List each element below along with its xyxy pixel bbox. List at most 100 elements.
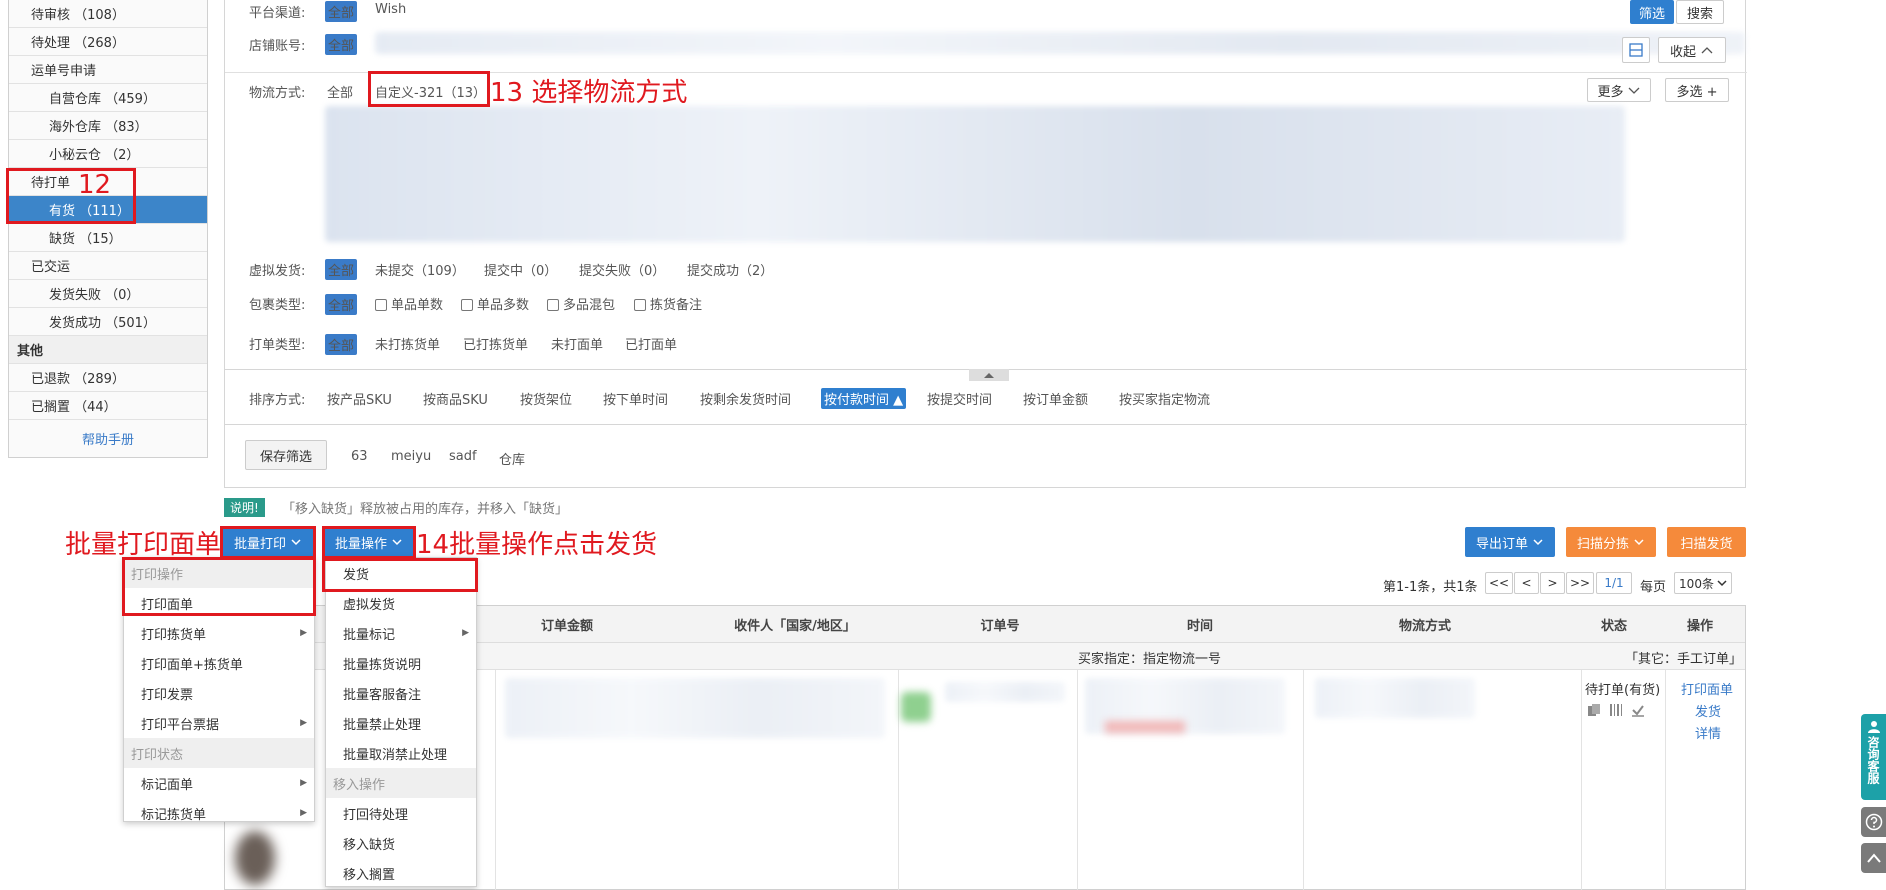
platform-wish-link[interactable]: Wish [375, 2, 406, 17]
sort-product-sku[interactable]: 按产品SKU [327, 389, 392, 408]
package-opt-2[interactable]: 单品多数 [461, 294, 529, 313]
menu-virtual-ship[interactable]: 虚拟发货 [326, 588, 476, 618]
sort-buyer-logistics[interactable]: 按买家指定物流 [1119, 389, 1210, 408]
per-page-select[interactable]: 100条 [1674, 572, 1732, 594]
menu-move-shelved[interactable]: 移入搁置 [326, 858, 476, 888]
check-icon[interactable] [1631, 703, 1645, 717]
page-current[interactable]: 1/1 [1596, 572, 1632, 594]
saved-filter-1[interactable]: 63 [351, 449, 368, 464]
package-opt-4[interactable]: 拣货备注 [634, 294, 702, 313]
save-filter-button[interactable]: 保存筛选 [245, 440, 327, 470]
divider [1581, 670, 1582, 890]
print-opt-4[interactable]: 已打面单 [625, 334, 677, 353]
checkbox[interactable] [547, 299, 559, 311]
package-all-tag[interactable]: 全部 [325, 294, 358, 315]
menu-print-invoice[interactable]: 打印发票 [124, 678, 314, 708]
sidebar-item[interactable]: 待审核 （108） [9, 0, 207, 28]
copy-icon[interactable] [1587, 703, 1601, 717]
sort-shelf[interactable]: 按货架位 [520, 389, 572, 408]
shop-label: 店铺账号: [249, 39, 306, 54]
sidebar-item[interactable]: 已交运 [9, 252, 207, 280]
menu-mark-picklist[interactable]: 标记拣货单 ▶ [124, 798, 314, 828]
annotation-box-print-label [122, 557, 316, 616]
virtual-opt-success[interactable]: 提交成功（2） [687, 260, 773, 279]
sort-remaining-time[interactable]: 按剩余发货时间 [700, 389, 791, 408]
print-opt-1[interactable]: 未打拣货单 [375, 334, 440, 353]
print-opt-2[interactable]: 已打拣货单 [463, 334, 528, 353]
menu-batch-unforbid[interactable]: 批量取消禁止处理 [326, 738, 476, 768]
filter-button[interactable]: 筛选 [1630, 0, 1674, 24]
platform-logo-blurred [901, 692, 931, 722]
saved-filter-4[interactable]: 仓库 [499, 449, 525, 468]
batch-ops-menu: 发货 虚拟发货 批量标记 ▶ 批量拣货说明 批量客服备注 批量禁止处理 批量取消禁… [325, 557, 477, 887]
layout-toggle-button[interactable] [1622, 37, 1650, 63]
help-manual-text[interactable]: 帮助手册 [82, 429, 134, 448]
barcode-icon[interactable] [1609, 703, 1623, 717]
menu-print-platform-receipt[interactable]: 打印平台票据 ▶ [124, 708, 314, 738]
sort-order-time[interactable]: 按下单时间 [603, 389, 668, 408]
checkbox[interactable] [461, 299, 473, 311]
saved-filter-2[interactable]: meiyu [391, 449, 431, 464]
sort-submit-time[interactable]: 按提交时间 [927, 389, 992, 408]
export-orders-button[interactable]: 导出订单 [1465, 527, 1555, 557]
page-prev[interactable]: < [1514, 572, 1539, 594]
menu-mark-label[interactable]: 标记面单 ▶ [124, 768, 314, 798]
platform-all-tag[interactable]: 全部 [325, 1, 358, 22]
shop-all-tag[interactable]: 全部 [325, 34, 358, 55]
page-last[interactable]: >> [1566, 572, 1594, 594]
multi-select-button[interactable]: 多选 + [1665, 78, 1729, 102]
package-opt-3-label: 多品混包 [563, 298, 616, 313]
menu-return-pending[interactable]: 打回待处理 [326, 798, 476, 828]
sidebar-item[interactable]: 发货失败 （0） [9, 280, 207, 308]
sidebar-item[interactable]: 缺货 （15） [9, 224, 207, 252]
scan-ship-button[interactable]: 扫描发货 [1667, 527, 1746, 557]
virtual-opt-failed[interactable]: 提交失败（0） [579, 260, 665, 279]
help-manual-link[interactable]: 帮助手册 [9, 424, 207, 452]
virtual-opt-submitting[interactable]: 提交中（0） [484, 260, 557, 279]
collapse-button[interactable]: 收起 [1658, 37, 1726, 63]
print-opt-3[interactable]: 未打面单 [551, 334, 603, 353]
print-label-link[interactable]: 打印面单 [1681, 679, 1733, 698]
virtual-all-tag[interactable]: 全部 [325, 259, 358, 280]
page-next[interactable]: > [1540, 572, 1565, 594]
search-button[interactable]: 搜索 [1676, 0, 1724, 24]
menu-batch-forbid[interactable]: 批量禁止处理 [326, 708, 476, 738]
menu-move-stockout[interactable]: 移入缺货 [326, 828, 476, 858]
sidebar-item[interactable]: 自营仓库 （459） [9, 84, 207, 112]
menu-print-label-picklist[interactable]: 打印面单+拣货单 [124, 648, 314, 678]
chevron-down-icon [1717, 579, 1727, 586]
sort-goods-sku[interactable]: 按商品SKU [423, 389, 488, 408]
ship-link[interactable]: 发货 [1695, 701, 1721, 720]
checkbox[interactable] [634, 299, 646, 311]
sidebar-item[interactable]: 发货成功 （501） [9, 308, 207, 336]
checkbox[interactable] [375, 299, 387, 311]
package-opt-1[interactable]: 单品单数 [375, 294, 443, 313]
details-link[interactable]: 详情 [1695, 723, 1721, 742]
menu-batch-mark[interactable]: 批量标记 ▶ [326, 618, 476, 648]
sidebar-item[interactable]: 待处理 （268） [9, 28, 207, 56]
more-button[interactable]: 更多 [1587, 78, 1651, 102]
print-all-tag[interactable]: 全部 [325, 334, 358, 355]
consult-widget[interactable]: 咨询客服 [1861, 714, 1886, 800]
menu-mark-picklist-text: 标记拣货单 [141, 807, 207, 823]
sidebar-item[interactable]: 海外仓库 （83） [9, 112, 207, 140]
sidebar-item[interactable]: 小秘云仓 （2） [9, 140, 207, 168]
page-first[interactable]: << [1485, 572, 1513, 594]
sidebar-item[interactable]: 已退款 （289） [9, 364, 207, 392]
menu-batch-cs-note[interactable]: 批量客服备注 [326, 678, 476, 708]
scan-sort-button[interactable]: 扫描分拣 [1566, 527, 1656, 557]
sort-payment-time-active[interactable]: 按付款时间 ▲ [821, 388, 907, 409]
menu-print-picklist[interactable]: 打印拣货单 ▶ [124, 618, 314, 648]
virtual-opt-unsubmitted[interactable]: 未提交（109） [375, 260, 465, 279]
logistics-all-link[interactable]: 全部 [327, 82, 353, 101]
sidebar-item[interactable]: 已搁置 （44） [9, 392, 207, 420]
back-to-top-widget[interactable] [1861, 843, 1886, 873]
sort-order-amount[interactable]: 按订单金额 [1023, 389, 1088, 408]
panel-collapse-handle[interactable] [969, 369, 1009, 381]
help-widget[interactable] [1861, 807, 1886, 837]
package-opt-3[interactable]: 多品混包 [547, 294, 615, 313]
saved-filter-3[interactable]: sadf [449, 449, 477, 464]
menu-batch-pick-note[interactable]: 批量拣货说明 [326, 648, 476, 678]
menu-print-platform-receipt-label: 打印平台票据 [141, 717, 220, 733]
sidebar-item[interactable]: 运单号申请 [9, 56, 207, 84]
